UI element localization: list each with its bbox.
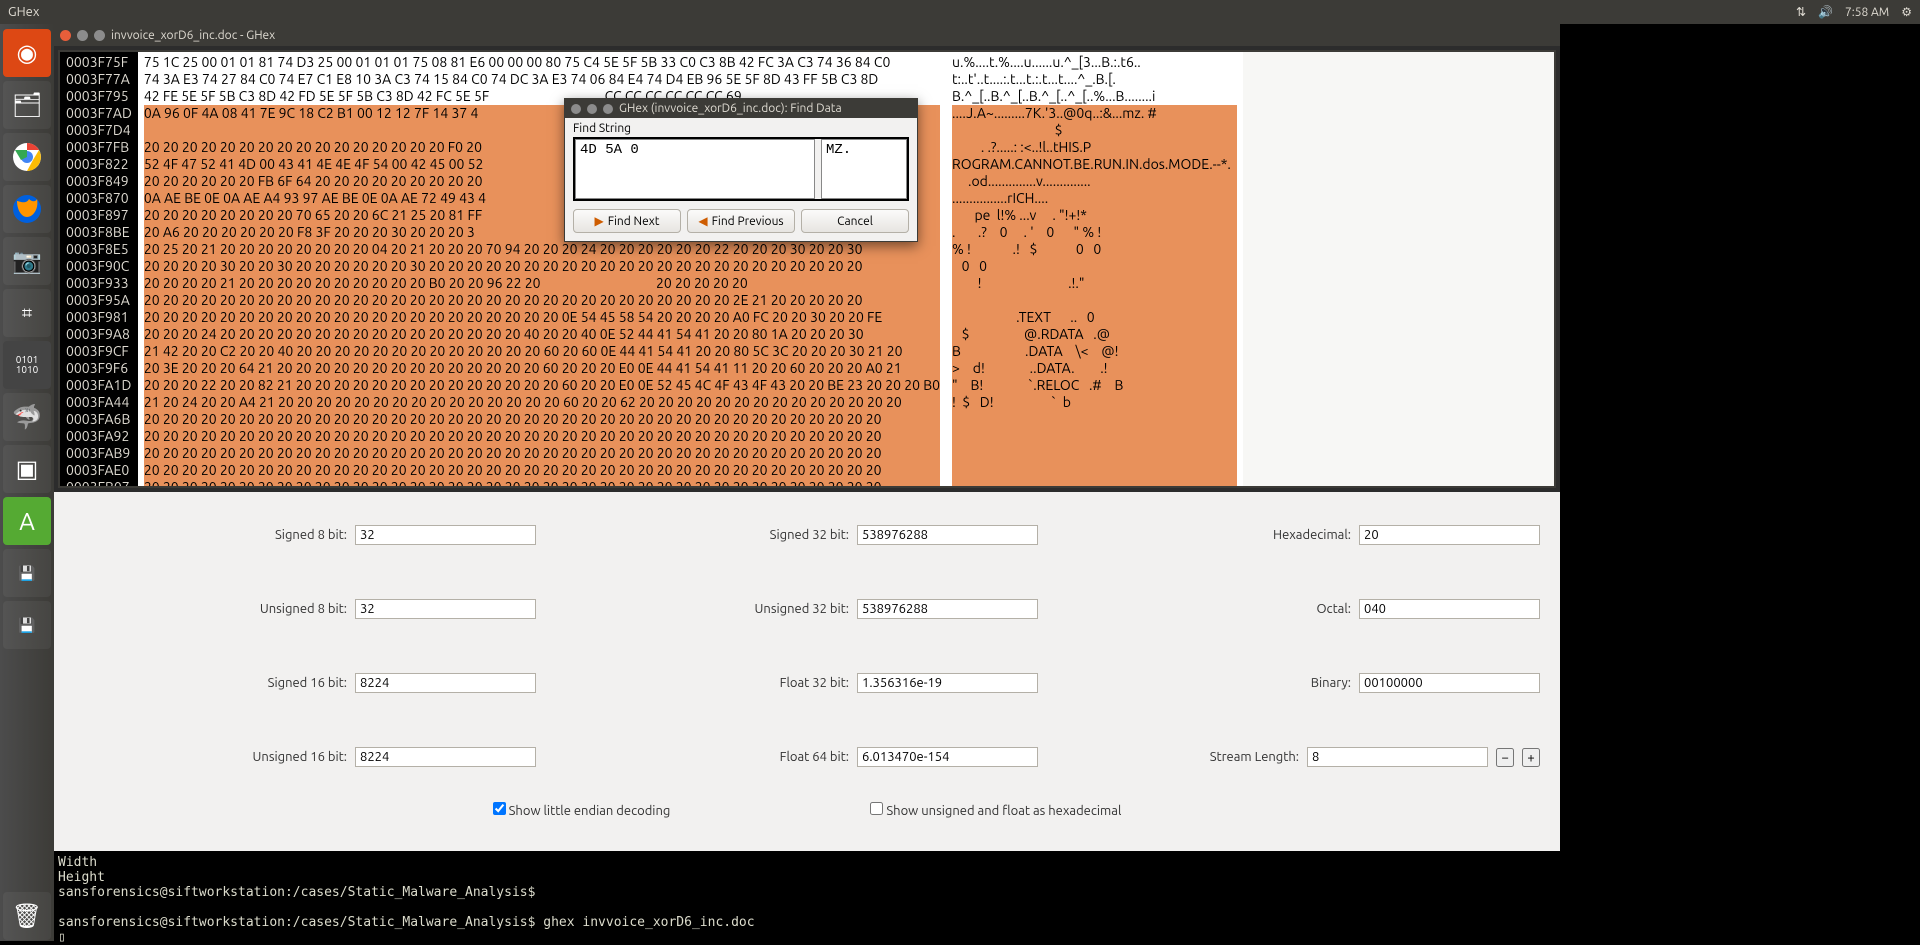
- unsigned-32-label: Unsigned 32 bit:: [739, 602, 849, 616]
- stream-inc-button[interactable]: +: [1522, 748, 1540, 767]
- desktop-topbar: GHex ⇅ 🔊 7:58 AM ⚙: [0, 0, 1920, 24]
- float-64-label: Float 64 bit:: [739, 750, 849, 764]
- unsigned-16-value[interactable]: [355, 747, 536, 767]
- binary-value[interactable]: [1359, 673, 1540, 693]
- launcher-updates-icon[interactable]: A: [3, 497, 51, 545]
- signed-16-value[interactable]: [355, 673, 536, 693]
- octal-value[interactable]: [1359, 599, 1540, 619]
- clock[interactable]: 7:58 AM: [1845, 6, 1889, 19]
- window-title: invvoice_xorD6_inc.doc - GHex: [111, 29, 275, 42]
- signed-8-value[interactable]: [355, 525, 536, 545]
- unity-launcher: ◉ 🗂 📷 ⌗ 01011010 🦈 ▣ A 💾 💾 🗑: [0, 24, 54, 941]
- find-string-label: Find String: [573, 122, 909, 135]
- binary-label: Binary:: [1241, 676, 1351, 690]
- topbar-app-name: GHex: [8, 5, 39, 19]
- launcher-firefox-icon[interactable]: [3, 185, 51, 233]
- minimize-icon[interactable]: [77, 30, 88, 41]
- ascii-column[interactable]: u.%....t.%....u......u.^_[3...B.:.t6..t:…: [946, 52, 1243, 486]
- stream-length-value[interactable]: [1307, 747, 1488, 767]
- launcher-screenshot-icon[interactable]: 📷: [3, 237, 51, 285]
- window-titlebar[interactable]: invvoice_xorD6_inc.doc - GHex: [54, 24, 1560, 46]
- dialog-min-icon[interactable]: [587, 104, 597, 114]
- float-32-value[interactable]: [857, 673, 1038, 693]
- find-next-button[interactable]: ▶Find Next: [573, 209, 681, 233]
- sound-icon[interactable]: 🔊: [1818, 5, 1833, 19]
- maximize-icon[interactable]: [94, 30, 105, 41]
- unsigned-32-value[interactable]: [857, 599, 1038, 619]
- launcher-trash-icon[interactable]: 🗑: [3, 892, 51, 940]
- dialog-max-icon[interactable]: [603, 104, 613, 114]
- find-hex-input[interactable]: 4D 5A 0: [575, 139, 815, 199]
- gear-icon[interactable]: ⚙: [1901, 5, 1912, 19]
- launcher-chrome-icon[interactable]: [3, 133, 51, 181]
- launcher-dash-icon[interactable]: ◉: [3, 29, 51, 77]
- launcher-terminal-icon[interactable]: ▣: [3, 445, 51, 493]
- launcher-wireshark-icon[interactable]: 🦈: [3, 393, 51, 441]
- float-64-value[interactable]: [857, 747, 1038, 767]
- hex-value[interactable]: [1359, 525, 1540, 545]
- signed-32-value[interactable]: [857, 525, 1038, 545]
- dialog-title-text: GHex (invvoice_xorD6_inc.doc): Find Data: [619, 102, 842, 115]
- find-ascii-input[interactable]: MZ.: [821, 139, 907, 199]
- close-icon[interactable]: [60, 30, 71, 41]
- launcher-calculator-icon[interactable]: ⌗: [3, 289, 51, 337]
- launcher-files-icon[interactable]: 🗂: [3, 81, 51, 129]
- find-dialog: GHex (invvoice_xorD6_inc.doc): Find Data…: [564, 98, 918, 242]
- launcher-device-icon[interactable]: 💾: [3, 549, 51, 597]
- signed-16-label: Signed 16 bit:: [237, 676, 347, 690]
- unsigned-16-label: Unsigned 16 bit:: [237, 750, 347, 764]
- unsigned-8-label: Unsigned 8 bit:: [237, 602, 347, 616]
- terminal[interactable]: Width Height sansforensics@siftworkstati…: [54, 851, 1560, 941]
- octal-label: Octal:: [1241, 602, 1351, 616]
- offset-column: 0003F75F0003F77A0003F7950003F7AD0003F7D4…: [60, 52, 138, 486]
- stream-length-label: Stream Length:: [1189, 750, 1299, 764]
- cancel-button[interactable]: Cancel: [801, 209, 909, 233]
- dialog-titlebar[interactable]: GHex (invvoice_xorD6_inc.doc): Find Data: [565, 99, 917, 118]
- hex-label: Hexadecimal:: [1241, 528, 1351, 542]
- stream-dec-button[interactable]: −: [1496, 748, 1514, 767]
- float-32-label: Float 32 bit:: [739, 676, 849, 690]
- launcher-ghex-icon[interactable]: 01011010: [3, 341, 51, 389]
- signed-8-label: Signed 8 bit:: [237, 528, 347, 542]
- find-previous-button[interactable]: ◀Find Previous: [687, 209, 795, 233]
- launcher-mount-icon[interactable]: 💾: [3, 601, 51, 649]
- unsigned-8-value[interactable]: [355, 599, 536, 619]
- signed-32-label: Signed 32 bit:: [739, 528, 849, 542]
- dialog-close-icon[interactable]: [571, 104, 581, 114]
- network-icon[interactable]: ⇅: [1796, 5, 1806, 19]
